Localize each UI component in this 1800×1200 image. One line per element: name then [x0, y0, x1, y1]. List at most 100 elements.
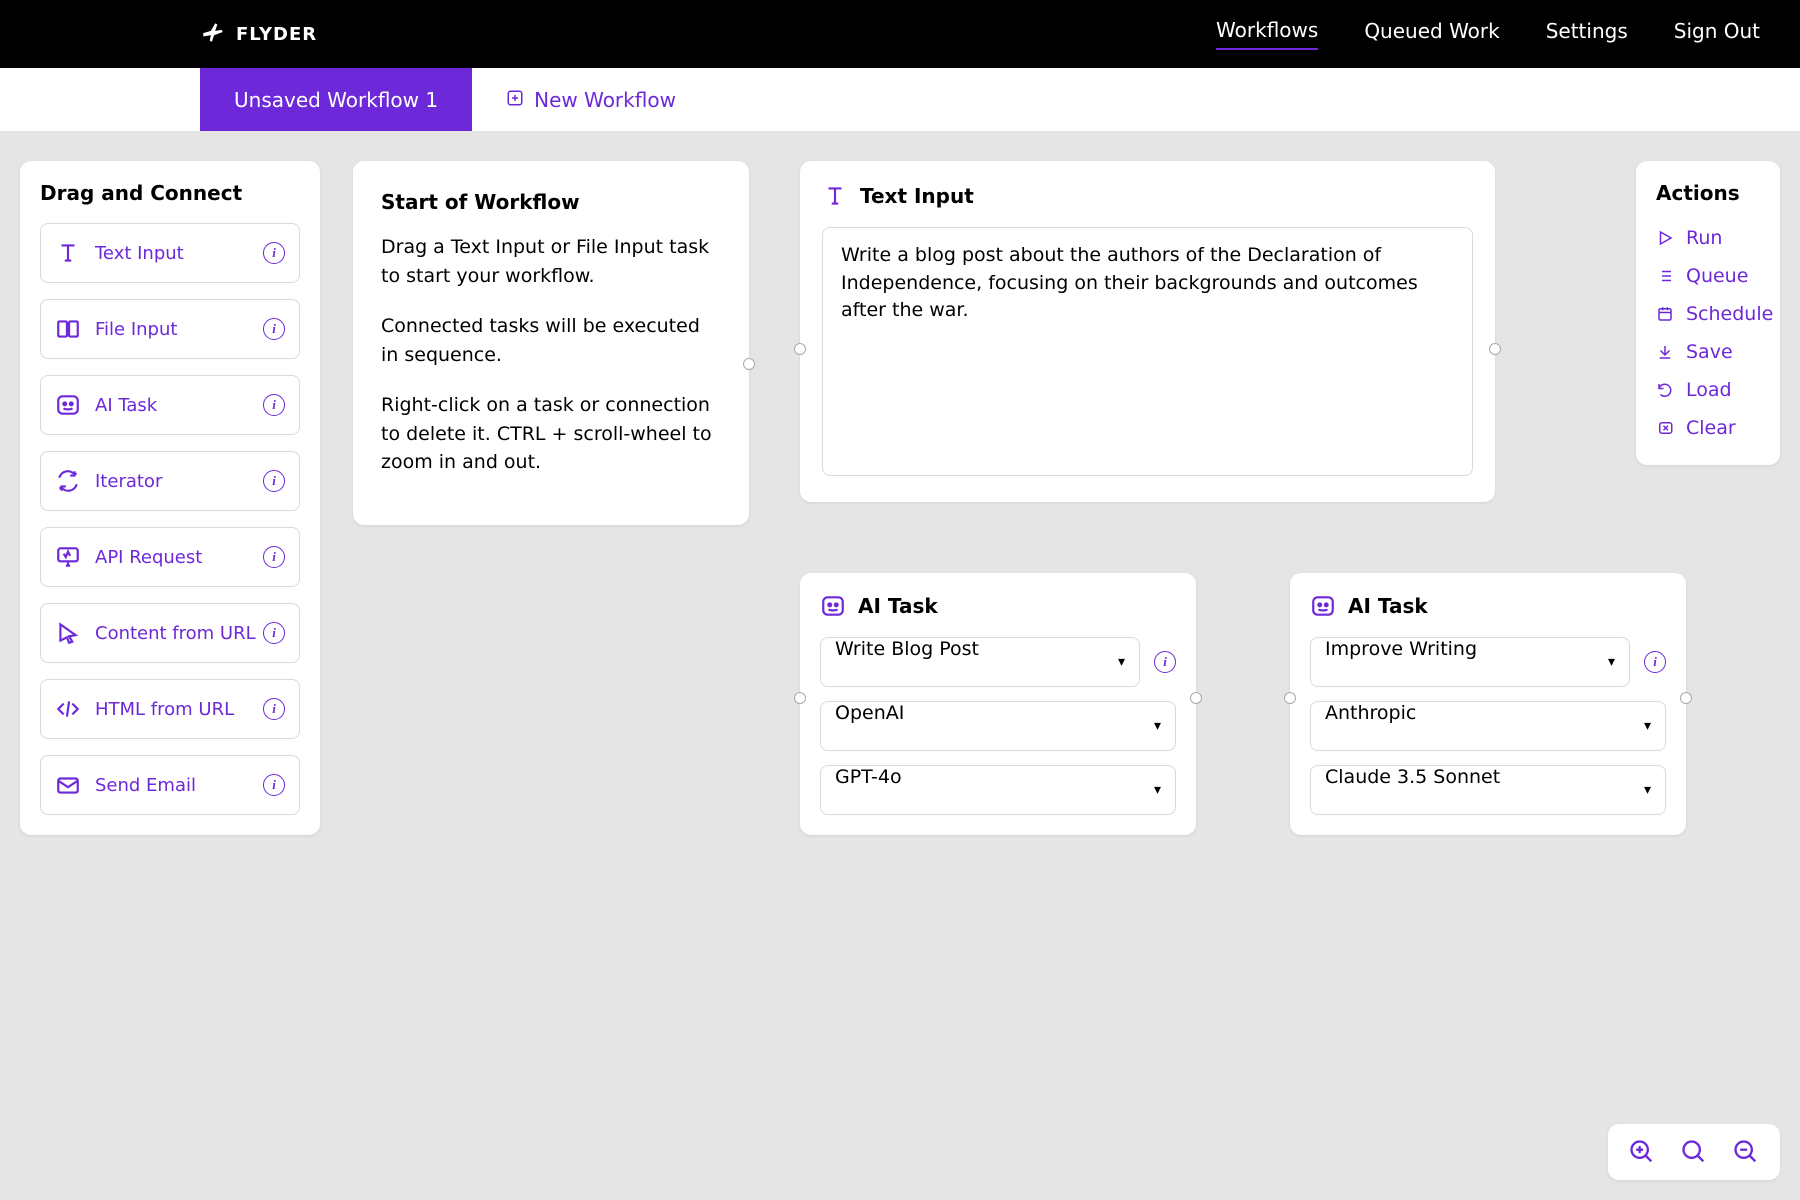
- palette-item-label: Text Input: [95, 243, 184, 264]
- iterator-icon: [55, 468, 81, 494]
- nav-settings[interactable]: Settings: [1546, 19, 1628, 49]
- actions-panel: Actions Run Queue Schedule Save Load Cle…: [1636, 161, 1780, 465]
- select-value: Anthropic: [1325, 702, 1416, 724]
- palette-item-label: Send Email: [95, 775, 196, 796]
- tab-active-label: Unsaved Workflow 1: [234, 88, 438, 112]
- start-node-p1: Drag a Text Input or File Input task to …: [381, 233, 721, 290]
- action-label: Save: [1686, 341, 1733, 363]
- nav-sign-out[interactable]: Sign Out: [1674, 19, 1760, 49]
- file-input-icon: [55, 316, 81, 342]
- action-save[interactable]: Save: [1656, 333, 1760, 371]
- action-label: Queue: [1686, 265, 1748, 287]
- palette-item-label: Content from URL: [95, 623, 256, 644]
- brand: FLYDER: [200, 19, 317, 50]
- palette-title: Drag and Connect: [40, 181, 300, 205]
- clear-icon: [1656, 419, 1674, 437]
- select-value: Claude 3.5 Sonnet: [1325, 766, 1500, 788]
- palette-item-label: Iterator: [95, 471, 162, 492]
- select-value: Write Blog Post: [835, 638, 979, 660]
- palette-text-input[interactable]: Text Input i: [40, 223, 300, 283]
- select-value: OpenAI: [835, 702, 904, 724]
- ai-task-type-select[interactable]: Write Blog Post: [820, 637, 1140, 687]
- top-navbar: FLYDER Workflows Queued Work Settings Si…: [0, 0, 1800, 68]
- tab-new-label: New Workflow: [534, 88, 676, 112]
- list-icon: [1656, 267, 1674, 285]
- plus-square-icon: [506, 88, 524, 112]
- node-input-port[interactable]: [794, 692, 806, 704]
- action-label: Schedule: [1686, 303, 1773, 325]
- ai-task-type-select[interactable]: Improve Writing: [1310, 637, 1630, 687]
- palette-api-request[interactable]: API Request i: [40, 527, 300, 587]
- nav-links: Workflows Queued Work Settings Sign Out: [1216, 18, 1760, 50]
- node-output-port[interactable]: [1190, 692, 1202, 704]
- ai-task-node-1[interactable]: AI Task Write Blog Post i OpenAI GPT-4o: [800, 573, 1196, 835]
- ai-provider-select[interactable]: OpenAI: [820, 701, 1176, 751]
- info-icon[interactable]: i: [263, 394, 285, 416]
- api-request-icon: [55, 544, 81, 570]
- action-clear[interactable]: Clear: [1656, 409, 1760, 447]
- action-queue[interactable]: Queue: [1656, 257, 1760, 295]
- nav-queued-work[interactable]: Queued Work: [1364, 19, 1499, 49]
- palette-ai-task[interactable]: AI Task i: [40, 375, 300, 435]
- action-label: Load: [1686, 379, 1732, 401]
- ai-model-select[interactable]: GPT-4o: [820, 765, 1176, 815]
- info-icon[interactable]: i: [263, 546, 285, 568]
- send-email-icon: [55, 772, 81, 798]
- action-label: Clear: [1686, 417, 1736, 439]
- select-value: Improve Writing: [1325, 638, 1477, 660]
- tab-active-workflow[interactable]: Unsaved Workflow 1: [200, 68, 472, 131]
- content-url-icon: [55, 620, 81, 646]
- node-input-port[interactable]: [1284, 692, 1296, 704]
- zoom-reset-button[interactable]: [1680, 1138, 1708, 1166]
- ai-task-node-2[interactable]: AI Task Improve Writing i Anthropic Clau…: [1290, 573, 1686, 835]
- palette-item-label: AI Task: [95, 395, 157, 416]
- ai-provider-select[interactable]: Anthropic: [1310, 701, 1666, 751]
- info-icon[interactable]: i: [1644, 651, 1666, 673]
- action-load[interactable]: Load: [1656, 371, 1760, 409]
- select-value: GPT-4o: [835, 766, 902, 788]
- palette-iterator[interactable]: Iterator i: [40, 451, 300, 511]
- zoom-controls: [1608, 1124, 1780, 1180]
- node-output-port[interactable]: [1680, 692, 1692, 704]
- brand-name: FLYDER: [236, 24, 317, 45]
- palette-html-from-url[interactable]: HTML from URL i: [40, 679, 300, 739]
- palette-content-from-url[interactable]: Content from URL i: [40, 603, 300, 663]
- info-icon[interactable]: i: [263, 698, 285, 720]
- zoom-in-button[interactable]: [1628, 1138, 1656, 1166]
- save-icon: [1656, 343, 1674, 361]
- info-icon[interactable]: i: [263, 470, 285, 492]
- text-input-icon: [55, 240, 81, 266]
- info-icon[interactable]: i: [1154, 651, 1176, 673]
- text-input-node[interactable]: Text Input: [800, 161, 1495, 502]
- nav-workflows[interactable]: Workflows: [1216, 18, 1318, 50]
- ai-model-select[interactable]: Claude 3.5 Sonnet: [1310, 765, 1666, 815]
- action-schedule[interactable]: Schedule: [1656, 295, 1760, 333]
- palette-send-email[interactable]: Send Email i: [40, 755, 300, 815]
- node-output-port[interactable]: [1489, 343, 1501, 355]
- text-input-textarea[interactable]: [822, 227, 1473, 476]
- html-url-icon: [55, 696, 81, 722]
- node-output-port[interactable]: [743, 358, 755, 370]
- workflow-tabbar: Unsaved Workflow 1 New Workflow: [0, 68, 1800, 131]
- palette-file-input[interactable]: File Input i: [40, 299, 300, 359]
- ai-task-icon: [820, 593, 846, 619]
- actions-title: Actions: [1656, 181, 1760, 205]
- node-title: AI Task: [1348, 594, 1428, 618]
- task-palette: Drag and Connect Text Input i File Input…: [20, 161, 320, 835]
- info-icon[interactable]: i: [263, 774, 285, 796]
- node-title: AI Task: [858, 594, 938, 618]
- info-icon[interactable]: i: [263, 622, 285, 644]
- zoom-out-button[interactable]: [1732, 1138, 1760, 1166]
- play-icon: [1656, 229, 1674, 247]
- ai-task-icon: [55, 392, 81, 418]
- brand-logo-icon: [200, 19, 226, 50]
- node-input-port[interactable]: [794, 343, 806, 355]
- tab-new-workflow[interactable]: New Workflow: [472, 68, 710, 131]
- calendar-icon: [1656, 305, 1674, 323]
- info-icon[interactable]: i: [263, 318, 285, 340]
- start-node[interactable]: Start of Workflow Drag a Text Input or F…: [353, 161, 749, 525]
- workflow-canvas[interactable]: Drag and Connect Text Input i File Input…: [0, 131, 1800, 1200]
- info-icon[interactable]: i: [263, 242, 285, 264]
- action-run[interactable]: Run: [1656, 219, 1760, 257]
- node-title: Text Input: [860, 184, 974, 208]
